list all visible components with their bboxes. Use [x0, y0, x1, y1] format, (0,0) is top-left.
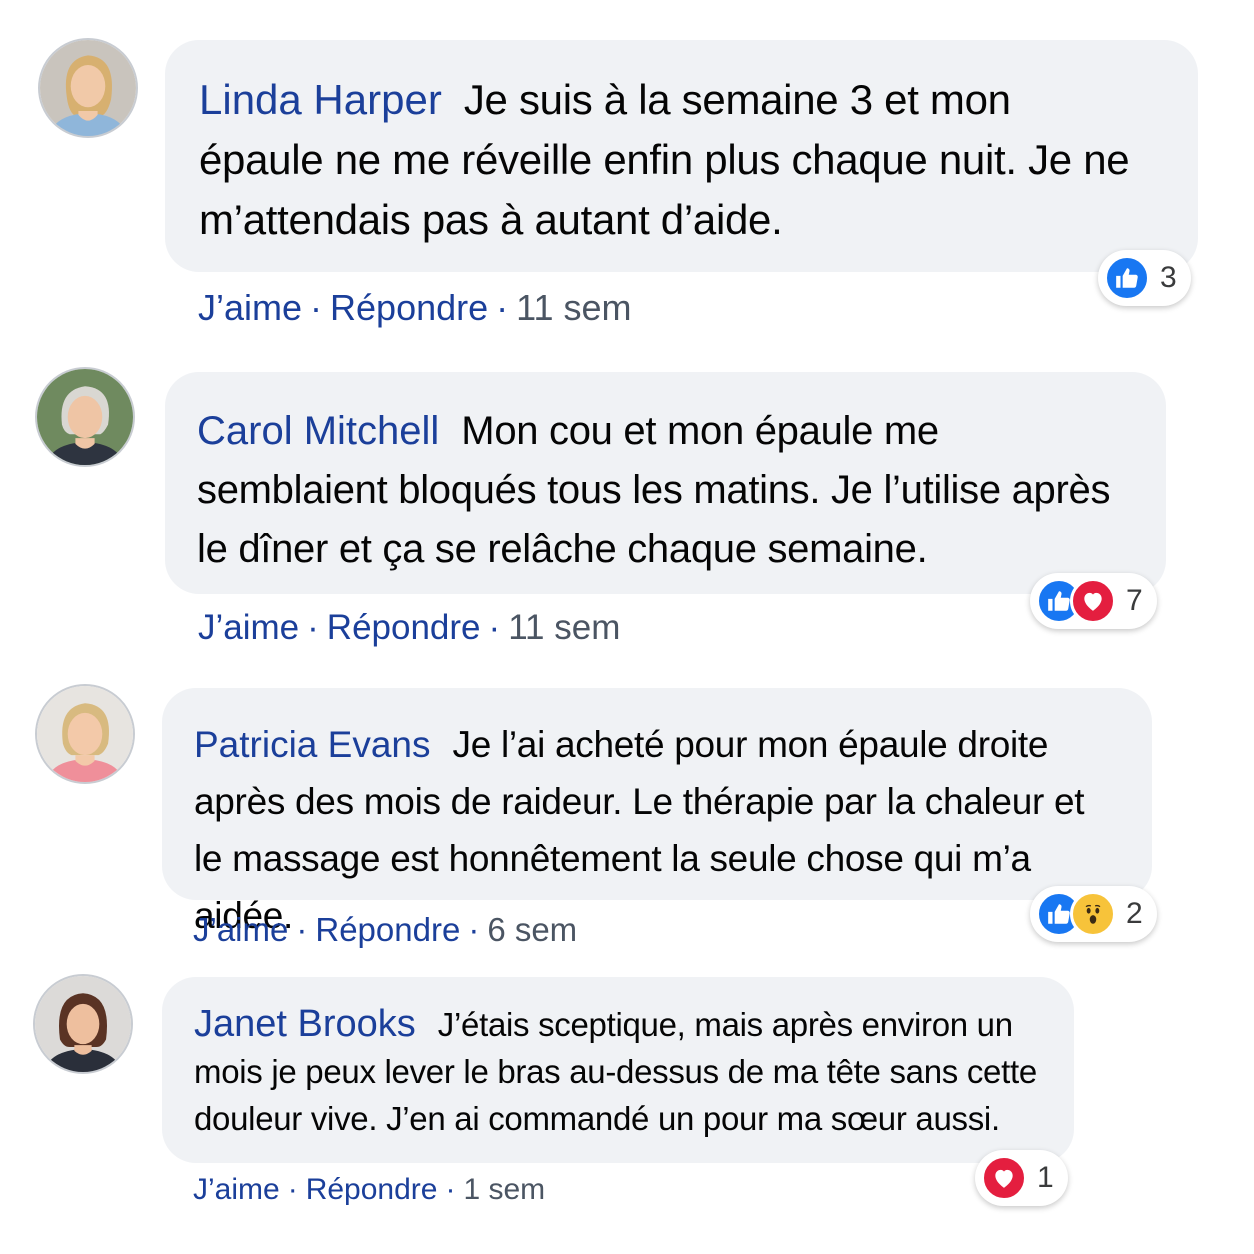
timestamp[interactable]: 11 sem	[508, 608, 620, 648]
reactions-summary[interactable]: 1	[975, 1150, 1068, 1206]
like-button[interactable]: J’aime	[198, 287, 302, 329]
reply-button[interactable]: Répondre	[315, 911, 460, 949]
avatar[interactable]	[35, 684, 135, 784]
reactions-summary[interactable]: 7	[1030, 573, 1157, 629]
like-button[interactable]: J’aime	[193, 1173, 280, 1207]
heart-icon	[981, 1155, 1027, 1201]
reaction-count: 2	[1126, 897, 1143, 930]
reply-button[interactable]: Répondre	[306, 1173, 438, 1207]
reaction-count: 3	[1160, 261, 1177, 294]
like-icon	[1104, 255, 1150, 301]
reactions-summary[interactable]: 3	[1098, 250, 1191, 306]
wow-icon	[1070, 891, 1116, 937]
comment-bubble: Carol Mitchell Mon cou et mon épaule me s…	[165, 372, 1166, 594]
timestamp[interactable]: 11 sem	[516, 287, 631, 329]
author-name[interactable]: Carol Mitchell	[197, 409, 439, 453]
comment-bubble: Patricia Evans Je l’ai acheté pour mon ép…	[162, 688, 1152, 936]
author-name[interactable]: Patricia Evans	[194, 724, 431, 765]
avatar[interactable]	[38, 38, 138, 138]
author-name[interactable]: Linda Harper	[199, 76, 442, 123]
like-button[interactable]: J’aime	[198, 608, 299, 648]
comment-actions: J’aime · Répondre · 11 sem	[198, 287, 632, 329]
avatar[interactable]	[33, 974, 133, 1074]
timestamp[interactable]: 6 sem	[487, 911, 577, 949]
reply-button[interactable]: Répondre	[330, 287, 488, 329]
comment-actions: J’aime · Répondre · 6 sem	[193, 911, 578, 949]
comment-bubble: Janet Brooks J’étais sceptique, mais aprè…	[162, 977, 1074, 1163]
reaction-count: 7	[1126, 584, 1143, 617]
reply-button[interactable]: Répondre	[327, 608, 481, 648]
reaction-count: 1	[1037, 1161, 1054, 1194]
comment-actions: J’aime · Répondre · 1 sem	[193, 1173, 546, 1207]
timestamp[interactable]: 1 sem	[463, 1173, 545, 1207]
comment-actions: J’aime · Répondre · 11 sem	[198, 608, 621, 648]
reactions-summary[interactable]: 2	[1030, 886, 1157, 942]
comment-bubble: Linda Harper Je suis à la semaine 3 et mo…	[165, 40, 1198, 272]
avatar[interactable]	[35, 367, 135, 467]
heart-icon	[1070, 578, 1116, 624]
author-name[interactable]: Janet Brooks	[194, 1003, 416, 1045]
like-button[interactable]: J’aime	[193, 911, 288, 949]
